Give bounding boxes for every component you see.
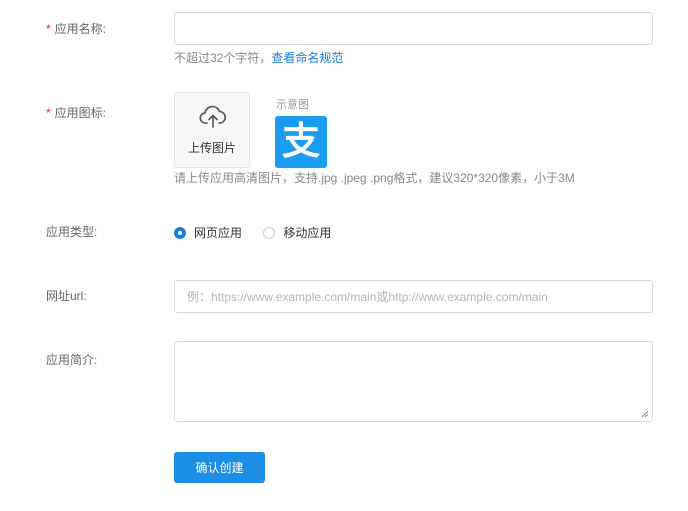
app-icon-hint: 请上传应用高清图片，支持.jpg .jpeg .png格式，建议320*320像… (174, 171, 575, 185)
sample-logo-glyph: 支 (281, 121, 320, 163)
resize-handle-icon[interactable] (641, 410, 649, 418)
url-field-wrapper (174, 280, 653, 313)
radio-checked-icon (174, 226, 186, 239)
description-field-wrapper (174, 341, 653, 422)
app-name-field-wrapper (174, 12, 653, 45)
naming-rules-link[interactable]: 查看命名规范 (271, 51, 343, 65)
description-textarea[interactable] (175, 342, 652, 421)
upload-image-label: 上传图片 (187, 141, 236, 155)
app-icon-label-text: 应用图标: (54, 106, 107, 120)
sample-app-logo: 支 (275, 116, 327, 168)
required-mark: * (46, 22, 51, 36)
confirm-create-button[interactable]: 确认创建 (174, 452, 265, 483)
app-name-input[interactable] (175, 13, 652, 44)
sample-label: 示意图 (276, 99, 309, 111)
radio-mobile-app[interactable]: 移动应用 (263, 224, 331, 241)
radio-mobile-app-label: 移动应用 (283, 226, 332, 240)
app-name-hint-text: 不超过32个字符， (174, 51, 272, 65)
radio-web-app-label: 网页应用 (194, 226, 243, 240)
app-type-radio-group: 网页应用 移动应用 (174, 224, 349, 242)
app-name-hint: 不超过32个字符，查看命名规范 (174, 50, 343, 66)
description-label: 应用简介: (46, 353, 98, 367)
app-name-label: * 应用名称: (46, 21, 106, 37)
app-icon-label: * 应用图标: (46, 105, 106, 121)
required-mark: * (46, 106, 51, 120)
cloud-upload-icon (199, 105, 227, 128)
app-type-label: 应用类型: (46, 225, 98, 239)
url-label: 网址url: (46, 289, 87, 303)
radio-web-app[interactable]: 网页应用 (174, 224, 242, 241)
app-name-label-text: 应用名称: (54, 22, 107, 36)
radio-unchecked-icon (263, 226, 276, 239)
upload-image-button[interactable]: 上传图片 (174, 92, 250, 168)
url-input[interactable] (175, 281, 652, 312)
